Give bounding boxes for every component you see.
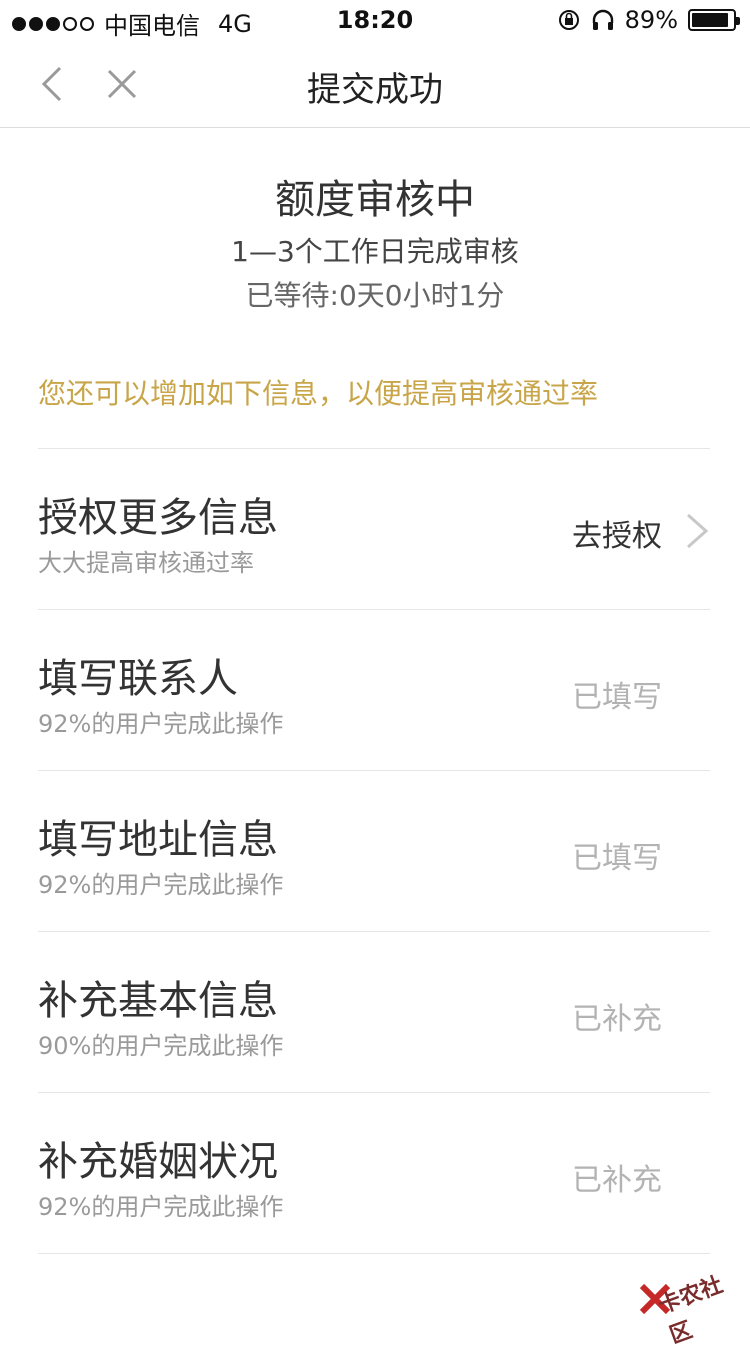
authorize-action[interactable]: 去授权 [572, 511, 662, 555]
list-item-basic-info[interactable]: 补充基本信息 90%的用户完成此操作 已补充 [38, 932, 710, 1093]
hint-text: 您还可以增加如下信息，以便提高审核通过率 [38, 372, 718, 412]
item-status: 已补充 [572, 1155, 662, 1199]
review-waited: 已等待:0天0小时1分 [0, 274, 750, 318]
list-item-contacts[interactable]: 填写联系人 92%的用户完成此操作 已填写 [38, 610, 710, 771]
status-bar: 中国电信 4G 18:20 89% [0, 0, 750, 40]
page-title: 提交成功 [0, 62, 750, 111]
item-subtitle: 90%的用户完成此操作 [38, 1026, 283, 1061]
battery-icon [688, 9, 736, 31]
headphones-icon [591, 8, 615, 32]
item-subtitle: 92%的用户完成此操作 [38, 704, 283, 739]
item-status: 已填写 [572, 672, 662, 716]
item-subtitle: 大大提高审核通过率 [38, 543, 254, 578]
item-subtitle: 92%的用户完成此操作 [38, 1187, 283, 1222]
watermark-logo: 卡农社区 [638, 1260, 742, 1320]
item-status: 已填写 [572, 833, 662, 877]
item-subtitle: 92%的用户完成此操作 [38, 865, 283, 900]
chevron-right-icon [684, 513, 710, 549]
item-title: 填写地址信息 [38, 807, 278, 865]
battery-percent: 89% [625, 6, 678, 34]
list-item-address[interactable]: 填写地址信息 92%的用户完成此操作 已填写 [38, 771, 710, 932]
list-item-authorize[interactable]: 授权更多信息 大大提高审核通过率 去授权 [38, 449, 710, 610]
rotation-lock-icon [557, 8, 581, 32]
review-status: 额度审核中 1—3个工作日完成审核 已等待:0天0小时1分 [0, 170, 750, 318]
review-duration: 1—3个工作日完成审核 [0, 230, 750, 274]
watermark-text: 卡农社区 [653, 1262, 750, 1350]
item-title: 填写联系人 [38, 646, 238, 704]
item-title: 补充基本信息 [38, 968, 278, 1026]
list-item-marital-status[interactable]: 补充婚姻状况 92%的用户完成此操作 已补充 [38, 1093, 710, 1254]
status-right: 89% [557, 6, 736, 34]
item-title: 授权更多信息 [38, 485, 278, 543]
nav-bar: 提交成功 [0, 40, 750, 128]
item-status: 已补充 [572, 994, 662, 1038]
task-list: 授权更多信息 大大提高审核通过率 去授权 填写联系人 92%的用户完成此操作 已… [38, 448, 710, 1254]
item-title: 补充婚姻状况 [38, 1129, 278, 1187]
review-title: 额度审核中 [0, 170, 750, 230]
